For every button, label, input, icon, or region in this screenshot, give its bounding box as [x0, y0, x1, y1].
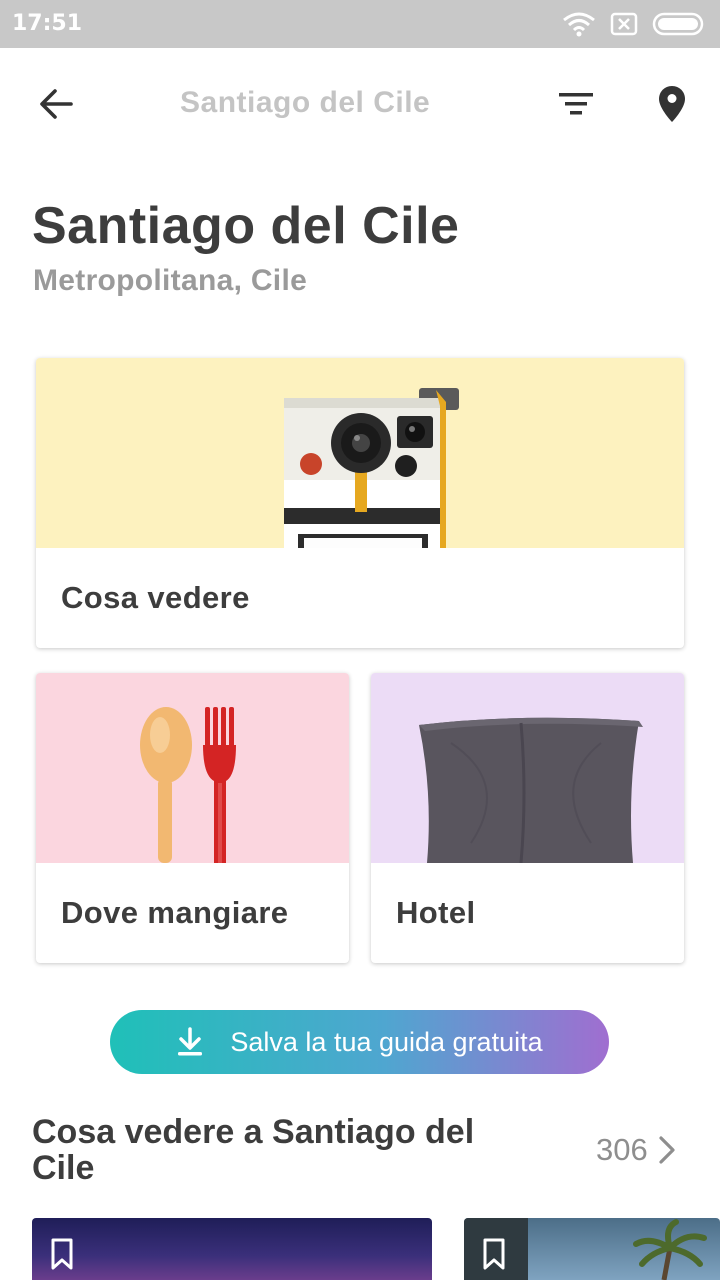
map-pin-icon	[659, 86, 685, 122]
arrow-left-icon	[40, 89, 73, 119]
category-label: Dove mangiare	[61, 895, 289, 930]
cutlery-icon	[140, 707, 236, 863]
status-bar: 17:51	[0, 0, 720, 48]
category-card-sights[interactable]: Cosa vedere	[36, 358, 684, 648]
section-see-all-link[interactable]: 306	[596, 1128, 676, 1172]
card-image	[371, 673, 684, 863]
card-image	[36, 358, 684, 548]
category-card-food[interactable]: Dove mangiare	[36, 673, 349, 963]
battery-icon	[652, 12, 704, 36]
place-card[interactable]	[32, 1218, 432, 1280]
section-count: 306	[596, 1132, 648, 1167]
download-icon	[178, 1027, 203, 1056]
page-subtitle: Metropolitana, Cile	[33, 264, 308, 297]
category-card-hotel[interactable]: Hotel	[371, 673, 684, 963]
sim-icon	[610, 12, 638, 36]
status-time: 17:51	[12, 11, 83, 36]
pillow-icon	[419, 717, 643, 863]
save-guide-button[interactable]: Salva la tua guida gratuita	[110, 1010, 609, 1074]
bookmark-icon[interactable]	[482, 1238, 506, 1270]
section-title: Cosa vedere a Santiago del Cile	[32, 1113, 475, 1187]
toolbar-title: Santiago del Cile	[180, 86, 431, 119]
status-icons	[562, 10, 706, 38]
chevron-right-icon	[659, 1136, 675, 1164]
map-button[interactable]	[644, 78, 700, 130]
bookmark-icon[interactable]	[50, 1238, 74, 1270]
category-label: Hotel	[396, 895, 476, 930]
toolbar: Santiago del Cile	[0, 48, 720, 160]
save-guide-label: Salva la tua guida gratuita	[230, 1026, 543, 1057]
place-card[interactable]	[464, 1218, 720, 1280]
wifi-icon	[563, 12, 595, 37]
camera-icon	[284, 388, 459, 548]
filter-button[interactable]	[548, 78, 604, 130]
card-image	[36, 673, 349, 863]
back-button[interactable]	[26, 78, 86, 130]
category-label: Cosa vedere	[61, 580, 250, 615]
filter-icon	[559, 93, 593, 115]
page-title: Santiago del Cile	[32, 197, 460, 255]
